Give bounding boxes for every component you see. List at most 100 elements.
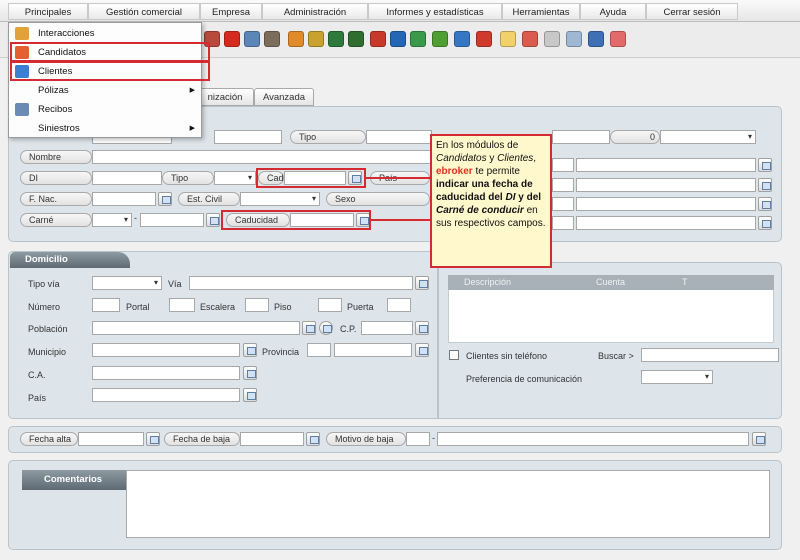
dropdown-item-siniestros[interactable]: Siniestros ▶	[9, 119, 201, 138]
lookup-icon[interactable]	[243, 388, 257, 402]
right-field-2b[interactable]	[576, 178, 756, 192]
menu-administracion[interactable]: Administración	[262, 3, 368, 20]
tipo2-select[interactable]: ▾	[214, 171, 256, 185]
tab-personalizacion[interactable]: nización	[196, 88, 254, 106]
right-field-3b[interactable]	[576, 197, 756, 211]
provincia-field[interactable]	[334, 343, 412, 357]
right-field-4b[interactable]	[576, 216, 756, 230]
tipo-field[interactable]	[366, 130, 432, 144]
toolbar-tool-icon[interactable]	[432, 31, 448, 47]
ca-field[interactable]	[92, 366, 240, 380]
right-field-1a[interactable]	[552, 158, 574, 172]
portal-field[interactable]	[169, 298, 195, 312]
grid-col-cuenta[interactable]: Cuenta	[596, 277, 625, 287]
pais2-field[interactable]	[92, 388, 240, 402]
comentarios-header: Comentarios	[22, 470, 126, 490]
calendar-icon[interactable]	[206, 213, 220, 227]
toolbar-tool-icon[interactable]	[610, 31, 626, 47]
right-field-2a[interactable]	[552, 178, 574, 192]
lookup-icon[interactable]	[243, 343, 257, 357]
calendar-icon[interactable]	[146, 432, 160, 446]
preferencia-select[interactable]: ▾	[641, 370, 713, 384]
comentarios-textarea[interactable]	[126, 470, 770, 538]
menu-principales[interactable]: Principales	[8, 3, 88, 20]
dropdown-item-recibos[interactable]: Recibos	[9, 100, 201, 119]
numero-field[interactable]	[92, 298, 120, 312]
lookup-icon[interactable]	[243, 366, 257, 380]
toolbar-tool-icon[interactable]	[348, 31, 364, 47]
cp-field[interactable]	[361, 321, 413, 335]
toolbar-tool-icon[interactable]	[522, 31, 538, 47]
right-field-3a[interactable]	[552, 197, 574, 211]
right-field-4a[interactable]	[552, 216, 574, 230]
municipio-field[interactable]	[92, 343, 240, 357]
toolbar-tool-icon[interactable]	[370, 31, 386, 47]
menu-cerrar-sesion[interactable]: Cerrar sesión	[646, 3, 738, 20]
toolbar-tool-icon[interactable]	[308, 31, 324, 47]
toolbar-tool-icon[interactable]	[224, 31, 240, 47]
menu-empresa[interactable]: Empresa	[200, 3, 262, 20]
dropdown-item-interacciones[interactable]: Interacciones	[9, 24, 201, 43]
toolbar-tool-icon[interactable]	[544, 31, 560, 47]
toolbar-tool-icon[interactable]	[288, 31, 304, 47]
tab-avanzada[interactable]: Avanzada	[254, 88, 314, 106]
lookup-icon[interactable]	[758, 178, 772, 192]
lookup-icon[interactable]	[415, 276, 429, 290]
menu-ayuda[interactable]: Ayuda	[580, 3, 646, 20]
fecha-alta-field[interactable]	[78, 432, 144, 446]
tipovia-select[interactable]: ▾	[92, 276, 162, 290]
toolbar-tool-icon[interactable]	[264, 31, 280, 47]
toolbar-tool-icon[interactable]	[588, 31, 604, 47]
motivo-baja-field[interactable]	[437, 432, 749, 446]
apellidos2-field[interactable]	[214, 130, 282, 144]
toolbar-tool-icon[interactable]	[244, 31, 260, 47]
toolbar-tool-icon[interactable]	[328, 31, 344, 47]
lookup-icon[interactable]	[415, 321, 429, 335]
toolbar-tool-icon[interactable]	[454, 31, 470, 47]
fecha-baja-field[interactable]	[240, 432, 304, 446]
buscar-field[interactable]	[641, 348, 779, 362]
carne-number-field[interactable]	[140, 213, 204, 227]
toolbar-tool-icon[interactable]	[566, 31, 582, 47]
toolbar-tool-icon[interactable]	[476, 31, 492, 47]
callout-text: Clientes	[497, 153, 534, 164]
dropdown-item-polizas[interactable]: Pólizas ▶	[9, 81, 201, 100]
globe-icon[interactable]	[319, 321, 333, 335]
grid-col-t[interactable]: T	[682, 277, 688, 287]
fnac-field[interactable]	[92, 192, 156, 206]
nombre-field[interactable]	[92, 150, 432, 164]
toolbar-tool-icon[interactable]	[410, 31, 426, 47]
calendar-icon[interactable]	[158, 192, 172, 206]
row1-right-select[interactable]: ▾	[660, 130, 756, 144]
menu-herramientas[interactable]: Herramientas	[502, 3, 580, 20]
lookup-icon[interactable]	[758, 216, 772, 230]
provincia-code-field[interactable]	[307, 343, 331, 357]
di-field[interactable]	[92, 171, 162, 185]
via-field[interactable]	[189, 276, 413, 290]
dropdown-item-label: Recibos	[38, 104, 73, 115]
menu-gestion-comercial[interactable]: Gestión comercial	[88, 3, 200, 20]
fecha-baja-label: Fecha de baja	[164, 432, 240, 446]
sin-telefono-checkbox[interactable]	[449, 350, 459, 360]
lookup-icon[interactable]	[415, 343, 429, 357]
menu-informes[interactable]: Informes y estadísticas	[368, 3, 502, 20]
receipt-icon	[15, 103, 29, 116]
escalera-field[interactable]	[245, 298, 269, 312]
puerta-field[interactable]	[387, 298, 411, 312]
lookup-icon[interactable]	[758, 197, 772, 211]
piso-field[interactable]	[318, 298, 342, 312]
right-field-1b[interactable]	[576, 158, 756, 172]
lookup-icon[interactable]	[752, 432, 766, 446]
toolbar-tool-icon[interactable]	[390, 31, 406, 47]
toolbar-tool-icon[interactable]	[500, 31, 516, 47]
grid-col-descripcion[interactable]: Descripción	[464, 277, 511, 287]
row1-right-field[interactable]	[552, 130, 610, 144]
carne-select[interactable]: ▾	[92, 213, 132, 227]
lookup-icon[interactable]	[302, 321, 316, 335]
poblacion-field[interactable]	[92, 321, 300, 335]
motivo-code-field[interactable]	[406, 432, 430, 446]
brand-name: ebroker	[436, 166, 473, 177]
calendar-icon[interactable]	[306, 432, 320, 446]
lookup-icon[interactable]	[758, 158, 772, 172]
estcivil-select[interactable]: ▾	[240, 192, 320, 206]
